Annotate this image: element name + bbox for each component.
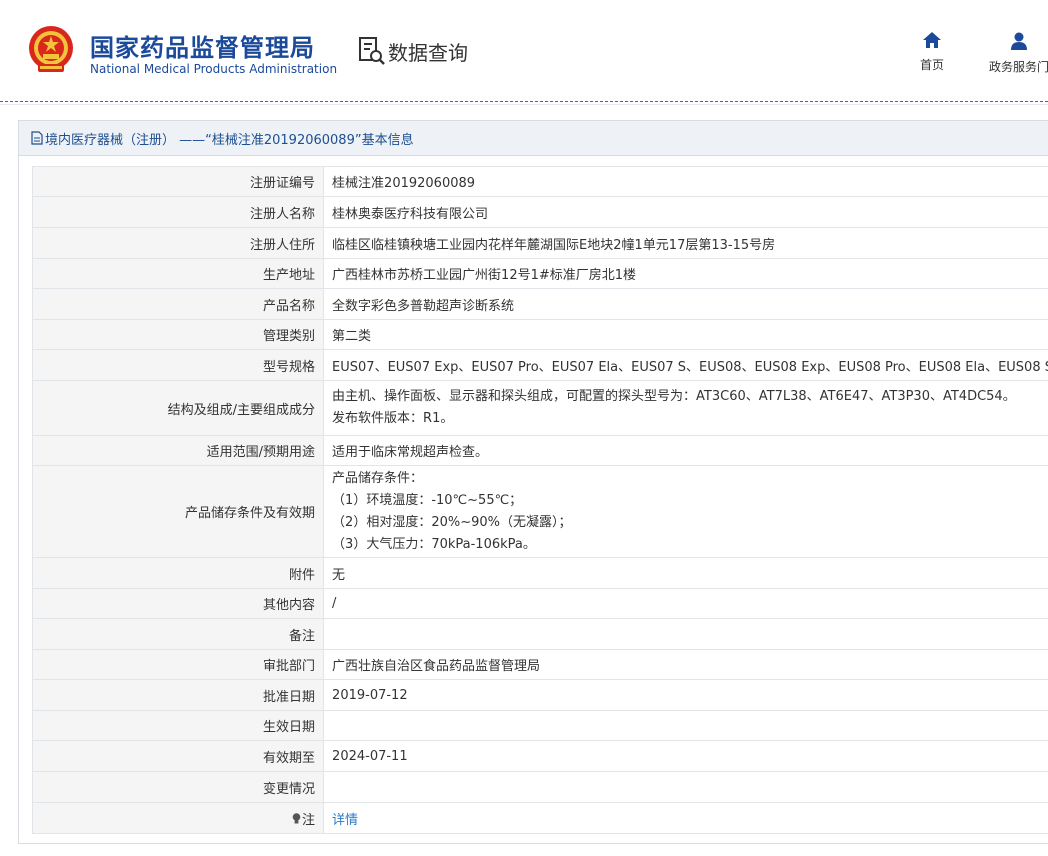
table-row: 附件 无 (31, 557, 1048, 589)
row-label: 注册人住所 (31, 227, 325, 259)
row-value (323, 710, 1048, 741)
row-value: 适用于临床常规超声检查。 (323, 435, 1048, 466)
table-row: 备注 (31, 618, 1048, 650)
row-value: 广西壮族自治区食品药品监督管理局 (323, 649, 1048, 680)
table-row: 结构及组成/主要组成成分 由主机、操作面板、显示器和探头组成，可配置的探头型号为… (31, 380, 1048, 436)
table-row: 生产地址 广西桂林市苏桥工业园广州街12号1#标准厂房北1楼 (31, 258, 1048, 289)
document-icon (31, 131, 43, 145)
table-row: 型号规格 EUS07、EUS07 Exp、EUS07 Pro、EUS07 Ela… (31, 349, 1048, 381)
header-divider-shadow (0, 104, 1048, 105)
row-value (323, 618, 1048, 650)
row-value: 临桂区临桂镇秧塘工业园内花样年麓湖国际E地块2幢1单元17层第13-15号房 (323, 227, 1048, 259)
row-label: 产品储存条件及有效期 (31, 465, 325, 558)
table-row: 变更情况 (31, 771, 1048, 803)
row-label: 变更情况 (31, 771, 325, 803)
row-label-note: 注 (31, 802, 325, 834)
table-row: 适用范围/预期用途 适用于临床常规超声检查。 (31, 435, 1048, 466)
row-value (323, 771, 1048, 803)
row-value: 第二类 (323, 319, 1048, 350)
table-row: 产品储存条件及有效期 产品储存条件： （1）环境温度：-10℃~55℃； （2）… (31, 465, 1048, 558)
national-emblem-icon (29, 26, 73, 72)
row-value: 广西桂林市苏桥工业园广州街12号1#标准厂房北1楼 (323, 258, 1048, 289)
row-value: 产品储存条件： （1）环境温度：-10℃~55℃； （2）相对湿度：20%~90… (323, 465, 1048, 558)
row-value: 2019-07-12 (323, 679, 1048, 711)
data-query-title: 数据查询 (388, 40, 468, 65)
row-label: 其他内容 (31, 588, 325, 619)
nav-home-label: 首页 (919, 58, 944, 72)
value-line: 产品储存条件： (332, 470, 424, 486)
header-divider (0, 101, 1048, 102)
brand-name-cn[interactable]: 国家药品监督管理局 (90, 28, 315, 63)
row-value: 2024-07-11 (323, 740, 1048, 772)
brand-name-en[interactable]: National Medical Products Administration (90, 62, 337, 76)
row-label: 产品名称 (31, 288, 325, 320)
table-row: 生效日期 (31, 710, 1048, 741)
row-label: 审批部门 (31, 649, 325, 680)
document-search-icon (359, 37, 385, 65)
table-row: 批准日期 2019-07-12 (31, 679, 1048, 711)
table-row: 产品名称 全数字彩色多普勒超声诊断系统 (31, 288, 1048, 320)
row-label: 有效期至 (31, 740, 325, 772)
row-label: 型号规格 (31, 349, 325, 381)
table-row: 注册人名称 桂林奥泰医疗科技有限公司 (31, 196, 1048, 228)
row-value: 详情 (323, 802, 1048, 834)
table-row: 其他内容 / (31, 588, 1048, 619)
value-line: （3）大气压力：70kPa-106kPa。 (332, 536, 536, 552)
row-label: 适用范围/预期用途 (31, 435, 325, 466)
table-row: 有效期至 2024-07-11 (31, 740, 1048, 772)
row-label: 注册证编号 (31, 166, 325, 197)
row-label: 附件 (31, 557, 325, 589)
row-value: 全数字彩色多普勒超声诊断系统 (323, 288, 1048, 320)
row-label: 注册人名称 (31, 196, 325, 228)
nav-gov-services[interactable]: 政务服务门 (984, 32, 1048, 75)
value-line: （1）环境温度：-10℃~55℃； (332, 492, 523, 508)
details-link[interactable]: 详情 (332, 813, 358, 828)
row-label: 批准日期 (31, 679, 325, 711)
row-label: 备注 (31, 618, 325, 650)
row-label: 结构及组成/主要组成成分 (31, 380, 325, 436)
table-row: 注册人住所 临桂区临桂镇秧塘工业园内花样年麓湖国际E地块2幢1单元17层第13-… (31, 227, 1048, 259)
row-value: 由主机、操作面板、显示器和探头组成，可配置的探头型号为：AT3C60、AT7L3… (323, 380, 1048, 436)
panel-title: 境内医疗器械（注册） ——“桂械注准20192060089”基本信息 (45, 132, 414, 148)
table-row: 审批部门 广西壮族自治区食品药品监督管理局 (31, 649, 1048, 680)
row-label: 管理类别 (31, 319, 325, 350)
value-line: （2）相对湿度：20%~90%（无凝露）； (332, 514, 572, 530)
user-icon (1011, 32, 1027, 50)
note-label: 注 (302, 812, 316, 828)
row-value: EUS07、EUS07 Exp、EUS07 Pro、EUS07 Ela、EUS0… (323, 349, 1048, 381)
table-row: 管理类别 第二类 (31, 319, 1048, 350)
site-header: 国家药品监督管理局 National Medical Products Admi… (0, 0, 1048, 100)
panel-header: 境内医疗器械（注册） ——“桂械注准20192060089”基本信息 (19, 121, 1048, 156)
row-label: 生效日期 (31, 710, 325, 741)
detail-panel: 境内医疗器械（注册） ——“桂械注准20192060089”基本信息 注册证编号… (18, 120, 1048, 844)
home-icon (923, 32, 941, 48)
data-query-section: 数据查询 (358, 36, 468, 66)
row-value: 无 (323, 557, 1048, 589)
table-row: 注 详情 (31, 802, 1048, 834)
row-label: 生产地址 (31, 258, 325, 289)
value-line: 发布软件版本：R1。 (332, 411, 454, 426)
row-value: / (323, 588, 1048, 619)
nav-home[interactable]: 首页 (912, 32, 952, 73)
info-table: 注册证编号 桂械注准20192060089 注册人名称 桂林奥泰医疗科技有限公司… (31, 166, 1048, 834)
value-line: 由主机、操作面板、显示器和探头组成，可配置的探头型号为：AT3C60、AT7L3… (332, 389, 1016, 404)
row-value: 桂林奥泰医疗科技有限公司 (323, 196, 1048, 228)
row-value: 桂械注准20192060089 (323, 166, 1048, 197)
nav-gov-services-label: 政务服务门 (988, 60, 1048, 74)
table-row: 注册证编号 桂械注准20192060089 (31, 166, 1048, 197)
lightbulb-icon (292, 812, 301, 823)
